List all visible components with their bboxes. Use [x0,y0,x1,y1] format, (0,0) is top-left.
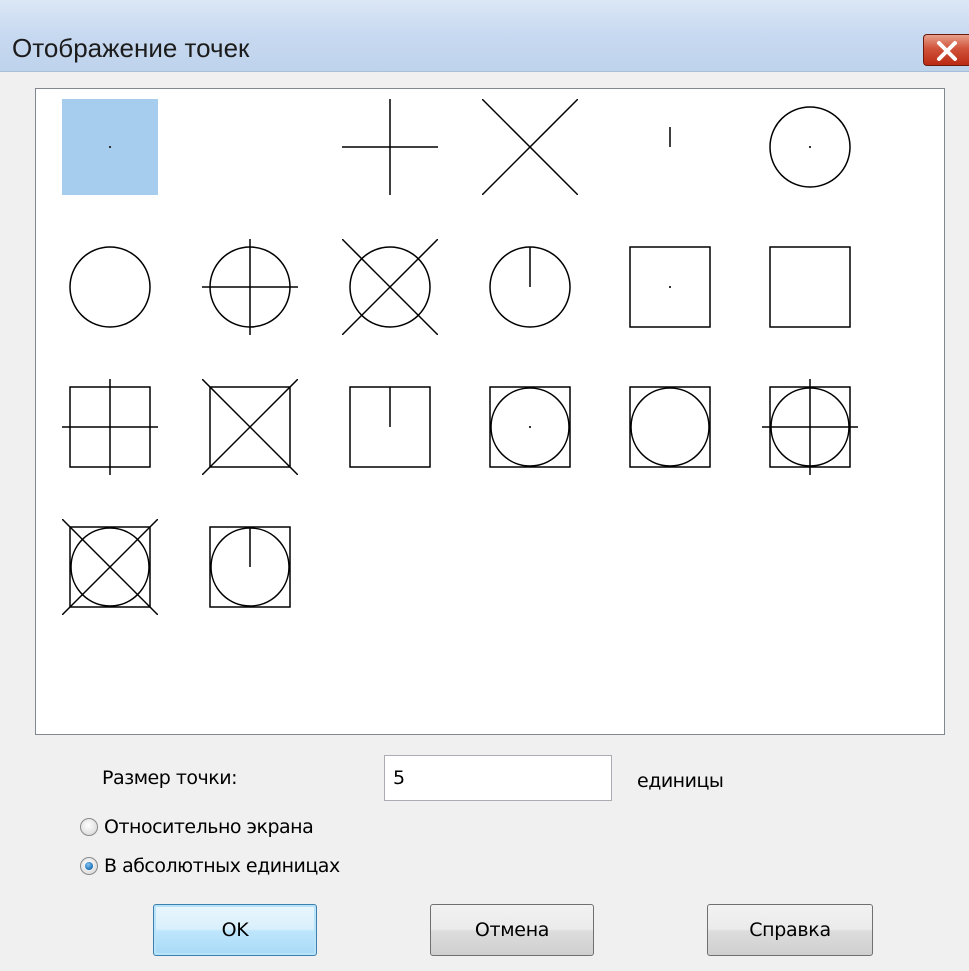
point-style-circle-plus[interactable] [202,239,298,335]
point-style-circle-cross[interactable] [342,239,438,335]
radio-absolute-label: В абсолютных единицах [104,855,340,877]
point-style-square-circle-dot[interactable] [482,379,578,475]
square-circle-tick-icon [209,526,291,608]
ok-button[interactable]: OK [153,904,317,956]
square-tick-icon [349,386,431,468]
radio-absolute-units[interactable] [80,857,98,875]
square-circle-cross-icon [62,519,158,615]
none-icon [202,99,298,195]
point-style-square[interactable] [762,239,858,335]
square-cross-icon [202,379,298,475]
square-circle-plus-icon [762,379,858,475]
point-style-circle[interactable] [62,239,158,335]
cross-icon [482,99,578,195]
close-button[interactable] [923,34,969,66]
point-style-square-tick[interactable] [342,379,438,475]
window-title: Отображение точек [12,33,250,63]
circle-icon [69,246,151,328]
point-style-square-dot[interactable] [622,239,718,335]
circle-tick-icon [489,246,571,328]
circle-plus-icon [202,239,298,335]
cancel-button[interactable]: Отмена [430,904,594,956]
point-style-square-cross[interactable] [202,379,298,475]
point-size-label: Размер точки: [102,767,237,789]
point-style-cross[interactable] [482,99,578,195]
title-bar: Отображение точек [0,0,969,72]
point-size-input[interactable] [384,755,612,801]
point-style-circle-dot[interactable] [762,99,858,195]
radio-relative-to-screen[interactable] [80,818,98,836]
plus-icon [342,99,438,195]
point-style-square-circle-cross[interactable] [62,519,158,615]
square-icon [769,246,851,328]
point-style-grid [35,88,945,735]
square-circle-dot-icon [489,386,571,468]
radio-relative-label: Относительно экрана [104,816,314,838]
point-style-plus[interactable] [342,99,438,195]
circle-cross-icon [342,239,438,335]
point-style-none[interactable] [202,99,298,195]
units-label: единицы [637,770,724,792]
point-style-dot[interactable] [62,99,158,195]
tick-icon [669,127,671,147]
circle-dot-icon [769,106,851,188]
point-style-circle-tick[interactable] [482,239,578,335]
square-plus-icon [62,379,158,475]
square-circle-icon [629,386,711,468]
point-style-tick[interactable] [622,99,718,195]
point-style-square-circle-plus[interactable] [762,379,858,475]
point-style-square-plus[interactable] [62,379,158,475]
point-style-square-circle[interactable] [622,379,718,475]
point-style-dialog: Отображение точек Размер точки: единицы … [0,0,969,971]
square-dot-icon [629,246,711,328]
point-style-square-circle-tick[interactable] [202,519,298,615]
close-icon [937,41,957,61]
help-button[interactable]: Справка [707,904,873,956]
dot-icon [109,146,111,148]
